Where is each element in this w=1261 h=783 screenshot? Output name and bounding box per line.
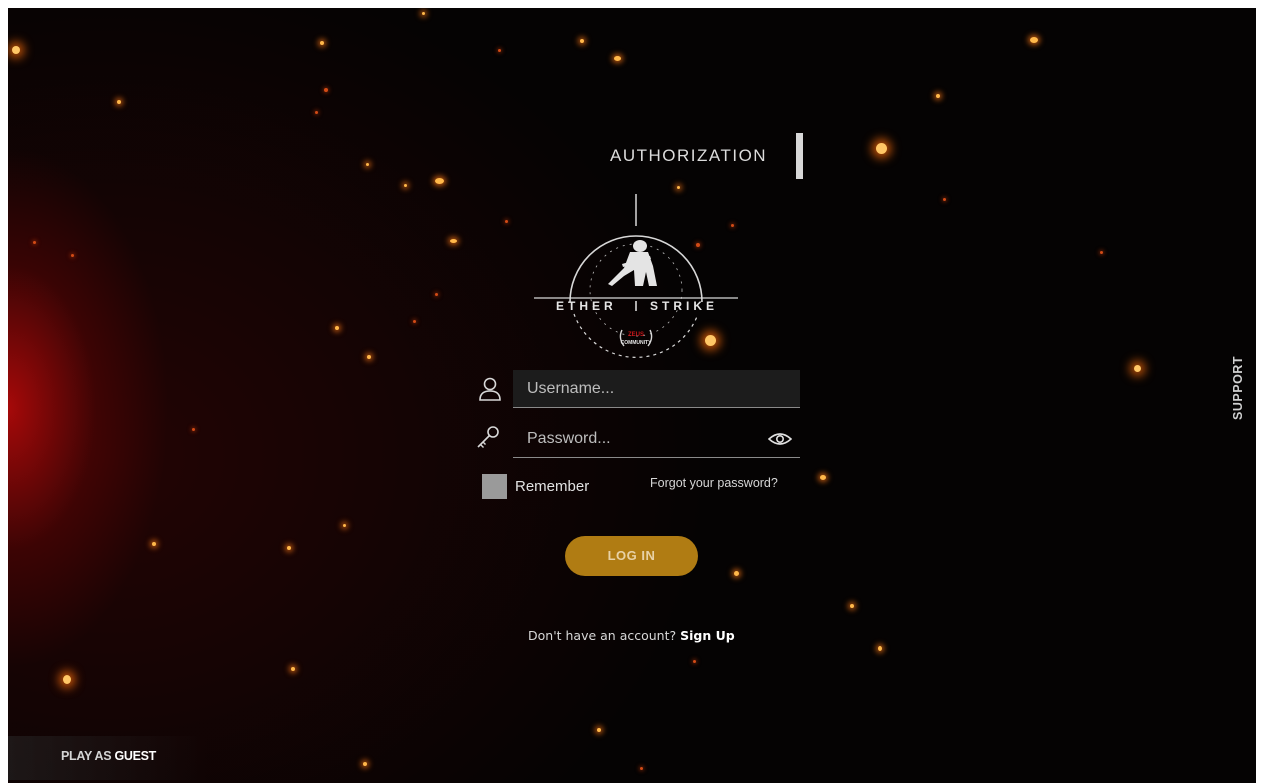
password-field bbox=[513, 420, 800, 458]
login-screen: AUTHORIZATION ETHER STRIKE ZEUS COMMUNIT… bbox=[8, 8, 1256, 783]
username-input[interactable] bbox=[513, 370, 800, 407]
ember bbox=[435, 293, 438, 296]
ember bbox=[734, 571, 739, 576]
ember bbox=[12, 46, 20, 54]
ember bbox=[1030, 37, 1038, 43]
user-icon bbox=[479, 377, 501, 401]
ember bbox=[63, 675, 71, 684]
ember bbox=[71, 254, 74, 257]
remember-checkbox[interactable] bbox=[482, 474, 507, 499]
ether-strike-logo: ETHER STRIKE ZEUS COMMUNITY bbox=[534, 194, 738, 358]
ember bbox=[936, 94, 940, 98]
key-icon bbox=[477, 426, 499, 448]
signup-prompt-text: Don't have an account? bbox=[528, 628, 677, 643]
ember bbox=[33, 241, 36, 244]
ember bbox=[850, 604, 854, 608]
remember-label[interactable]: Remember bbox=[515, 478, 589, 495]
page-title: AUTHORIZATION bbox=[610, 146, 768, 165]
ember bbox=[876, 143, 887, 154]
signup-link[interactable]: Sign Up bbox=[680, 628, 735, 643]
ember bbox=[820, 475, 826, 480]
guest-button-label: PLAY AS GUEST bbox=[61, 749, 156, 763]
ember bbox=[450, 239, 457, 243]
ember bbox=[320, 41, 324, 45]
ember bbox=[117, 100, 121, 104]
ember bbox=[1100, 251, 1103, 254]
ember bbox=[1134, 365, 1141, 372]
ember bbox=[640, 767, 643, 770]
eye-icon[interactable] bbox=[768, 429, 792, 449]
ember bbox=[413, 320, 416, 323]
ember bbox=[152, 542, 156, 546]
ember bbox=[693, 660, 696, 663]
username-field bbox=[513, 370, 800, 408]
ember bbox=[335, 326, 339, 330]
ember bbox=[363, 762, 367, 766]
title-accent-bar bbox=[796, 133, 803, 179]
ember bbox=[343, 524, 346, 527]
ember bbox=[505, 220, 508, 223]
ember bbox=[366, 163, 369, 166]
support-label: SUPPORT bbox=[1231, 356, 1245, 420]
support-tab[interactable]: SUPPORT bbox=[1220, 338, 1256, 438]
logo-badge-top: ZEUS bbox=[628, 332, 644, 338]
ember bbox=[315, 111, 318, 114]
ember bbox=[614, 56, 621, 61]
ember bbox=[192, 428, 195, 431]
ember bbox=[367, 355, 371, 359]
play-as-guest-button[interactable]: PLAY AS GUEST bbox=[8, 736, 208, 780]
ember bbox=[943, 198, 946, 201]
ember bbox=[404, 184, 407, 187]
ember bbox=[291, 667, 295, 671]
ember bbox=[287, 546, 291, 550]
ember bbox=[580, 39, 584, 43]
ember bbox=[435, 178, 444, 184]
ember bbox=[422, 12, 425, 15]
logo-word-right: STRIKE bbox=[650, 299, 718, 313]
ember bbox=[498, 49, 501, 52]
ember bbox=[878, 646, 882, 651]
ember bbox=[324, 88, 328, 92]
guest-strong: GUEST bbox=[114, 749, 156, 763]
logo-word-left: ETHER bbox=[556, 299, 617, 313]
signup-prompt: Don't have an account? Sign Up bbox=[528, 628, 735, 643]
ember bbox=[597, 728, 601, 732]
forgot-password-link[interactable]: Forgot your password? bbox=[650, 476, 778, 490]
password-input[interactable] bbox=[513, 420, 800, 457]
login-button[interactable]: LOG IN bbox=[565, 536, 698, 576]
ember bbox=[677, 186, 680, 189]
logo-badge-bottom: COMMUNITY bbox=[621, 340, 652, 346]
guest-prefix: PLAY AS bbox=[61, 749, 112, 763]
